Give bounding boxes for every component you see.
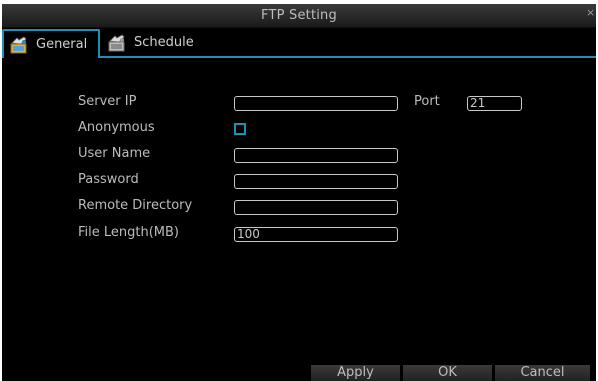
tab-schedule[interactable]: Schedule <box>102 29 202 56</box>
tab-schedule-label: Schedule <box>134 35 194 50</box>
port-field[interactable]: 21 <box>467 96 522 111</box>
file-length-field[interactable]: 100 <box>234 227 398 242</box>
server-ip-label: Server IP <box>78 94 137 109</box>
user-name-label: User Name <box>78 146 151 161</box>
dialog-title: FTP Setting <box>261 8 337 23</box>
password-label: Password <box>78 172 139 187</box>
remote-directory-label: Remote Directory <box>78 198 193 213</box>
title-bar: FTP Setting × <box>2 4 596 28</box>
file-length-label: File Length(MB) <box>78 225 180 240</box>
cancel-button[interactable]: Cancel <box>495 365 590 381</box>
remote-directory-field[interactable] <box>234 200 398 215</box>
ftp-setting-dialog: FTP Setting × General Schedule Server IP… <box>2 4 596 381</box>
user-name-field[interactable] <box>234 148 398 163</box>
close-icon[interactable]: × <box>586 6 596 19</box>
tab-general[interactable]: General <box>2 29 100 58</box>
password-field[interactable] <box>234 174 398 189</box>
general-settings-icon <box>10 35 28 54</box>
port-label: Port <box>414 94 440 109</box>
apply-button[interactable]: Apply <box>311 365 400 381</box>
ok-button[interactable]: OK <box>403 365 492 381</box>
schedule-icon <box>108 33 126 52</box>
server-ip-field[interactable] <box>234 96 398 111</box>
anonymous-checkbox[interactable] <box>234 123 246 135</box>
general-panel: Server IP Port 21 Anonymous User Name Pa… <box>2 58 596 363</box>
tab-general-label: General <box>36 37 88 52</box>
anonymous-label: Anonymous <box>78 120 155 135</box>
